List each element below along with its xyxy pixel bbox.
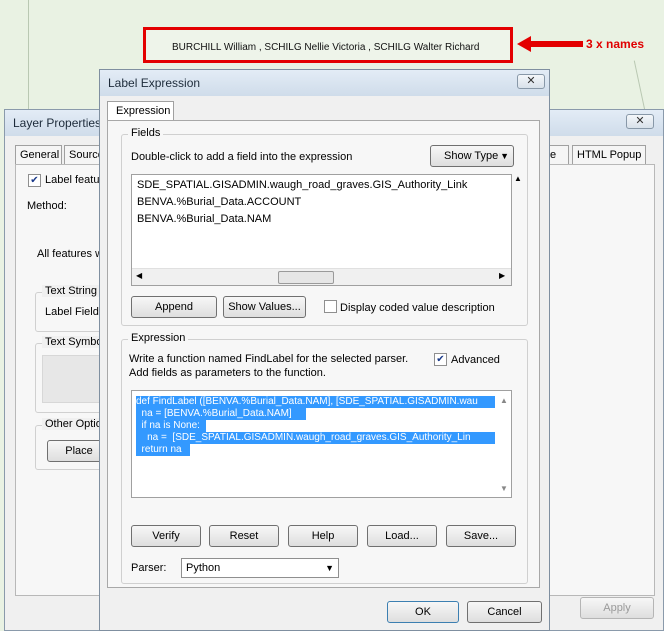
ok-button[interactable]: OK: [387, 601, 459, 623]
label-expression-close-button[interactable]: ✕: [517, 74, 545, 89]
method-label: Method:: [27, 200, 67, 212]
map-label-text: BURCHILL William , SCHILG Nellie Victori…: [172, 42, 480, 53]
apply-button[interactable]: Apply: [580, 597, 654, 619]
callout-text: 3 x names: [586, 37, 645, 51]
text-symbol-label: Text Symbo: [42, 336, 106, 348]
advanced-label: Advanced: [451, 354, 500, 366]
chevron-down-icon: ▼: [500, 151, 509, 161]
load-button[interactable]: Load...: [367, 525, 437, 547]
map-label-highlight: BURCHILL William , SCHILG Nellie Victori…: [143, 27, 513, 63]
label-features-label: Label featur: [45, 174, 104, 186]
code-line: na = [SDE_SPATIAL.GISADMIN.waugh_road_gr…: [136, 432, 495, 444]
label-features-checkbox[interactable]: ✔: [28, 174, 41, 187]
label-expression-titlebar: Label Expression ✕: [100, 70, 549, 96]
scroll-right-icon[interactable]: ▶: [499, 271, 505, 280]
symbol-preview: [42, 355, 106, 403]
text-string-label: Text String: [42, 285, 100, 297]
tab-expression[interactable]: Expression: [107, 101, 174, 121]
red-arrow-icon: [517, 36, 583, 52]
expression-group-label: Expression: [128, 332, 189, 344]
code-line: def FindLabel ([BENVA.%Burial_Data.NAM],…: [136, 396, 495, 408]
fields-horizontal-scrollbar[interactable]: ◀ ▶: [132, 268, 511, 285]
parser-label: Parser:: [131, 562, 167, 574]
scroll-down-icon[interactable]: ▼: [500, 484, 508, 493]
map-line: [28, 0, 29, 110]
fields-list[interactable]: SDE_SPATIAL.GISADMIN.waugh_road_graves.G…: [131, 174, 512, 286]
save-button[interactable]: Save...: [446, 525, 516, 547]
field-item[interactable]: BENVA.%Burial_Data.NAM: [137, 213, 271, 225]
label-field-label: Label Field:: [45, 306, 102, 318]
fields-group-label: Fields: [128, 127, 164, 139]
append-button[interactable]: Append: [131, 296, 217, 318]
parser-value: Python: [186, 562, 221, 574]
tab-source[interactable]: Source: [64, 145, 104, 165]
parser-select[interactable]: Python ▼: [181, 558, 339, 578]
tab-html-popup[interactable]: HTML Popup: [572, 145, 646, 165]
layer-properties-close-button[interactable]: ✕: [626, 114, 654, 129]
reset-button[interactable]: Reset: [209, 525, 279, 547]
expression-hint-1: Write a function named FindLabel for the…: [129, 353, 409, 365]
code-line: na = [BENVA.%Burial_Data.NAM]: [136, 408, 306, 420]
code-line: if na is None:: [136, 420, 206, 432]
layer-properties-title: Layer Properties: [13, 116, 102, 130]
show-values-button[interactable]: Show Values...: [223, 296, 306, 318]
scroll-left-icon[interactable]: ◀: [136, 271, 142, 280]
fields-hint: Double-click to add a field into the exp…: [131, 151, 353, 163]
scroll-up-icon[interactable]: ▲: [500, 396, 508, 405]
field-item[interactable]: BENVA.%Burial_Data.ACCOUNT: [137, 196, 301, 208]
scroll-up-icon[interactable]: ▲: [514, 174, 522, 183]
show-type-label: Show Type: [444, 150, 499, 162]
show-type-dropdown[interactable]: Show Type ▼: [430, 145, 514, 167]
help-button[interactable]: Help: [288, 525, 358, 547]
all-features-text: All features w: [37, 248, 104, 260]
scroll-thumb[interactable]: [278, 271, 334, 284]
display-coded-checkbox[interactable]: [324, 300, 337, 313]
expression-editor[interactable]: def FindLabel ([BENVA.%Burial_Data.NAM],…: [131, 390, 512, 498]
expression-hint-2: Add fields as parameters to the function…: [129, 367, 326, 379]
tab-general[interactable]: General: [15, 145, 62, 165]
code-line: return na: [136, 444, 190, 456]
display-coded-label: Display coded value description: [340, 302, 495, 314]
label-expression-title: Label Expression: [108, 76, 201, 90]
label-expression-dialog: Label Expression ✕ Expression Fields Dou…: [99, 69, 550, 631]
field-item[interactable]: SDE_SPATIAL.GISADMIN.waugh_road_graves.G…: [137, 179, 467, 191]
advanced-checkbox[interactable]: ✔: [434, 353, 447, 366]
verify-button[interactable]: Verify: [131, 525, 201, 547]
other-options-label: Other Optio: [42, 418, 105, 430]
cancel-button[interactable]: Cancel: [467, 601, 542, 623]
chevron-down-icon: ▼: [325, 563, 334, 573]
